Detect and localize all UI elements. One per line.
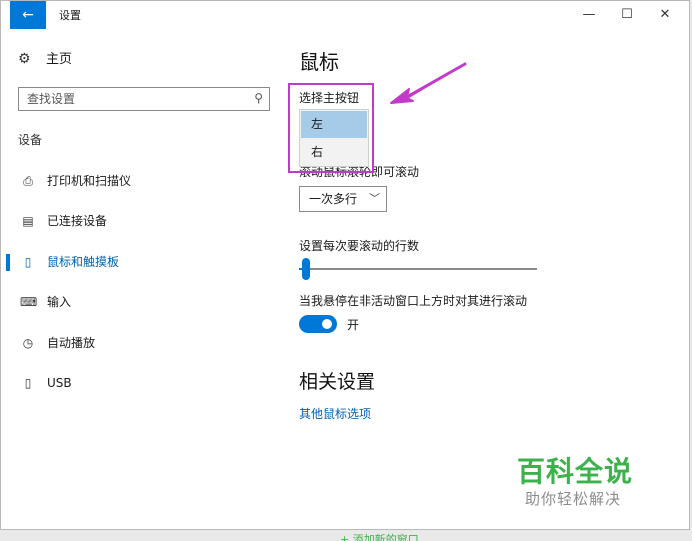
keyboard-icon: ⌨	[20, 295, 38, 309]
section-heading: 设备	[18, 133, 43, 147]
title-bar: ← 设置 — ☐ ✕	[1, 1, 689, 29]
toggle-state-label: 开	[347, 318, 360, 332]
lines-label: 设置每次要滚动的行数	[299, 239, 420, 253]
toggle-knob	[322, 319, 332, 329]
pointer-arrow-icon	[390, 62, 467, 104]
active-indicator	[6, 254, 10, 271]
minimize-button[interactable]: —	[575, 5, 603, 25]
maximize-button[interactable]: ☐	[613, 5, 641, 25]
printer-icon: ⎙	[23, 174, 33, 188]
search-box[interactable]: ⚲	[18, 87, 270, 111]
page-title: 鼠标	[299, 50, 339, 74]
search-input[interactable]	[19, 88, 255, 110]
chevron-down-icon: ﹀	[369, 192, 380, 205]
usb-icon: ▯	[24, 376, 32, 390]
devices-icon: ▤	[22, 214, 34, 228]
mouse-icon: ▯	[24, 255, 32, 269]
highlight-annotation	[288, 83, 374, 173]
sidebar-item-mouse[interactable]: ▯ 鼠标和触摸板	[1, 249, 281, 275]
sidebar-item-label: 打印机和扫描仪	[47, 174, 132, 188]
close-button[interactable]: ✕	[651, 5, 679, 25]
additional-mouse-options-link[interactable]: 其他鼠标选项	[299, 405, 371, 422]
scroll-mode-select[interactable]: 一次多行 ﹀	[299, 186, 387, 212]
sidebar-item-label: 自动播放	[47, 336, 96, 350]
related-settings-title: 相关设置	[299, 371, 376, 393]
search-icon[interactable]: ⚲	[254, 91, 263, 105]
sidebar-item-label: USB	[47, 376, 72, 390]
sidebar-item-usb[interactable]: ▯ USB	[1, 370, 281, 396]
sidebar-item-connected-devices[interactable]: ▤ 已连接设备	[1, 208, 281, 234]
watermark-title: 百科全说	[517, 455, 634, 488]
sidebar-item-printers[interactable]: ⎙ 打印机和扫描仪	[1, 168, 281, 194]
gear-icon: ⚙	[18, 51, 31, 67]
back-button[interactable]: ←	[10, 1, 46, 29]
inactive-scroll-label: 当我悬停在非活动窗口上方时对其进行滚动	[299, 294, 528, 308]
sidebar-item-autoplay[interactable]: ◷ 自动播放	[1, 330, 281, 356]
window-title: 设置	[59, 9, 81, 22]
nav-home-label: 主页	[46, 52, 73, 67]
sidebar-item-typing[interactable]: ⌨ 输入	[1, 289, 281, 315]
lines-slider-track[interactable]	[299, 268, 537, 270]
autoplay-icon: ◷	[22, 336, 34, 350]
sidebar-item-label: 输入	[47, 295, 72, 309]
settings-window: ← 设置 — ☐ ✕ ⚙ 主页 ⚲ 设备 ⎙ 打印机和扫描仪 ▤ 已连接设备 ▯ …	[0, 0, 690, 530]
nav-home[interactable]: ⚙ 主页	[18, 48, 72, 70]
watermark-subtitle: 助你轻松解决	[525, 490, 622, 508]
bottom-cutoff-text: + 添加新的窗口	[340, 533, 419, 541]
sidebar-item-label: 已连接设备	[47, 214, 108, 228]
lines-slider-thumb[interactable]	[302, 258, 311, 280]
scroll-mode-value: 一次多行	[309, 192, 358, 206]
inactive-scroll-toggle[interactable]	[299, 315, 337, 333]
sidebar-item-label: 鼠标和触摸板	[47, 255, 120, 269]
